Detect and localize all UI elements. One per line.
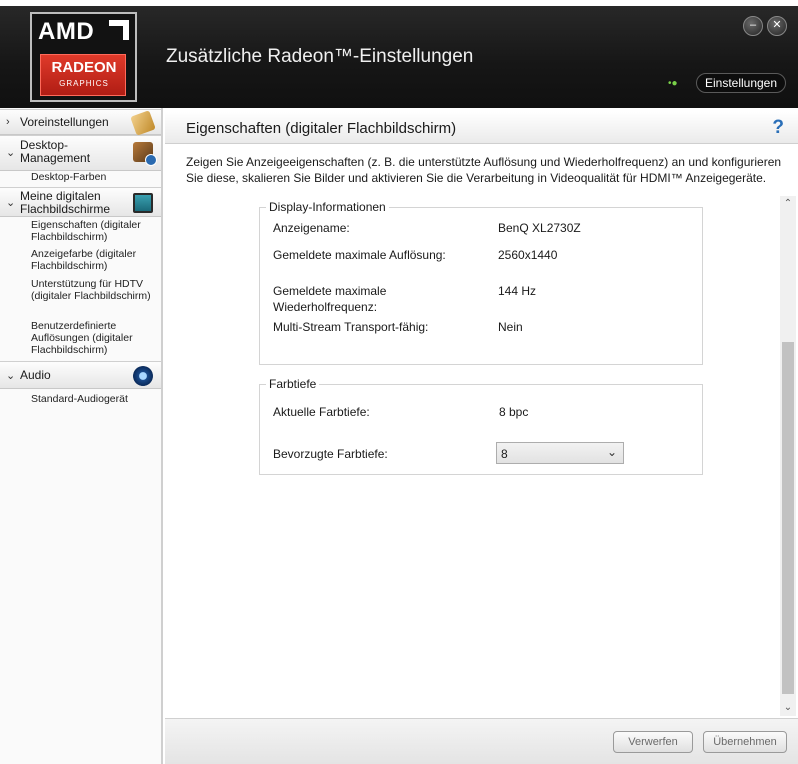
vertical-scrollbar[interactable]: ⌃ ⌄	[780, 196, 796, 716]
sidebar-item-desktop-colors[interactable]: Desktop-Farben	[31, 171, 157, 183]
logo-sub: GRAPHICS	[59, 79, 109, 88]
page-title: Eigenschaften (digitaler Flachbildschirm…	[186, 120, 457, 137]
sidebar-item-custom-resolutions[interactable]: Benutzerdefinierte Auflösungen (digitale…	[31, 320, 157, 356]
sidebar-category-label: Audio	[20, 368, 51, 382]
amd-arrow-icon	[109, 20, 129, 40]
mst-capable-label: Multi-Stream Transport-fähig:	[273, 320, 429, 334]
discard-button[interactable]: Verwerfen	[613, 731, 693, 753]
sidebar-item-default-audio[interactable]: Standard-Audiogerät	[31, 393, 157, 405]
sidebar-category-audio[interactable]: ⌄ Audio	[0, 361, 161, 389]
display-name-label: Anzeigename:	[273, 221, 350, 235]
amd-radeon-logo: AMD RADEON GRAPHICS	[30, 12, 137, 102]
scroll-down-icon[interactable]: ⌄	[780, 700, 796, 716]
display-info-group: Display-Informationen Anzeigename: BenQ …	[259, 200, 703, 365]
radeon-badge: RADEON GRAPHICS	[40, 54, 126, 96]
preferred-depth-select[interactable]: 8 ⌄	[496, 442, 624, 464]
footer-bar: Verwerfen Übernehmen	[165, 718, 798, 764]
desktop-management-icon	[133, 142, 157, 166]
chevron-right-icon: ›	[6, 116, 10, 128]
sidebar-category-flat-panels[interactable]: ⌄ Meine digitalen Flachbildschirme	[0, 187, 161, 217]
scroll-thumb[interactable]	[782, 342, 794, 694]
help-icon[interactable]: ?	[772, 117, 784, 139]
current-depth-label: Aktuelle Farbtiefe:	[273, 405, 370, 419]
monitor-icon	[133, 193, 153, 213]
apply-button[interactable]: Übernehmen	[703, 731, 787, 753]
settings-button[interactable]: Einstellungen	[696, 73, 786, 93]
minimize-button[interactable]: –	[743, 16, 763, 36]
max-resolution-label: Gemeldete maximale Auflösung:	[273, 248, 446, 262]
page-description: Zeigen Sie Anzeigeeigenschaften (z. B. d…	[186, 155, 782, 185]
close-button[interactable]: ✕	[767, 16, 787, 36]
logo-brand: AMD	[38, 18, 95, 45]
chevron-down-icon: ⌄	[606, 445, 617, 459]
content-header: Eigenschaften (digitaler Flachbildschirm…	[165, 112, 798, 144]
sidebar-category-presets[interactable]: › Voreinstellungen	[0, 109, 161, 136]
max-refresh-label: Gemeldete maximale Wiederholfrequenz:	[273, 284, 387, 314]
preferred-depth-label: Bevorzugte Farbtiefe:	[273, 447, 388, 461]
window-top-edge	[0, 0, 798, 6]
display-name-value: BenQ XL2730Z	[498, 221, 581, 235]
connection-icon: •●	[668, 78, 678, 89]
sidebar-category-desktop-management[interactable]: ⌄ Desktop-Management	[0, 135, 161, 171]
app-title: Zusätzliche Radeon™-Einstellungen	[166, 46, 474, 67]
display-info-legend: Display-Informationen	[266, 200, 389, 214]
chevron-down-icon: ⌄	[6, 147, 16, 159]
max-refresh-value: 144 Hz	[498, 284, 537, 298]
presets-icon	[130, 110, 156, 136]
mst-capable-value: Nein	[498, 320, 523, 334]
max-resolution-value: 2560x1440	[498, 248, 558, 262]
sidebar-item-display-color[interactable]: Anzeigefarbe (digitaler Flachbildschirm)	[31, 248, 157, 272]
sidebar: › Voreinstellungen ⌄ Desktop-Management …	[0, 108, 163, 764]
chevron-down-icon: ⌄	[6, 370, 16, 382]
main-content: Eigenschaften (digitaler Flachbildschirm…	[165, 108, 798, 764]
sidebar-category-label: Desktop-Management	[20, 138, 91, 165]
color-depth-group: Farbtiefe Aktuelle Farbtiefe: 8 bpc Bevo…	[259, 377, 703, 475]
app-header: AMD RADEON GRAPHICS Zusätzliche Radeon™-…	[0, 0, 798, 108]
sidebar-item-hdtv-support[interactable]: Unterstützung für HDTV (digitaler Flachb…	[31, 278, 157, 302]
chevron-down-icon: ⌄	[6, 197, 16, 209]
logo-product: RADEON	[51, 59, 117, 76]
current-depth-value: 8 bpc	[499, 405, 529, 419]
speaker-icon	[133, 366, 153, 386]
preferred-depth-value: 8	[501, 447, 508, 461]
sidebar-item-properties[interactable]: Eigenschaften (digitaler Flachbildschirm…	[31, 219, 157, 243]
scroll-up-icon[interactable]: ⌃	[780, 196, 796, 212]
color-depth-legend: Farbtiefe	[266, 377, 320, 391]
sidebar-category-label: Voreinstellungen	[20, 115, 109, 129]
sidebar-category-label: Meine digitalen Flachbildschirme	[20, 189, 111, 216]
